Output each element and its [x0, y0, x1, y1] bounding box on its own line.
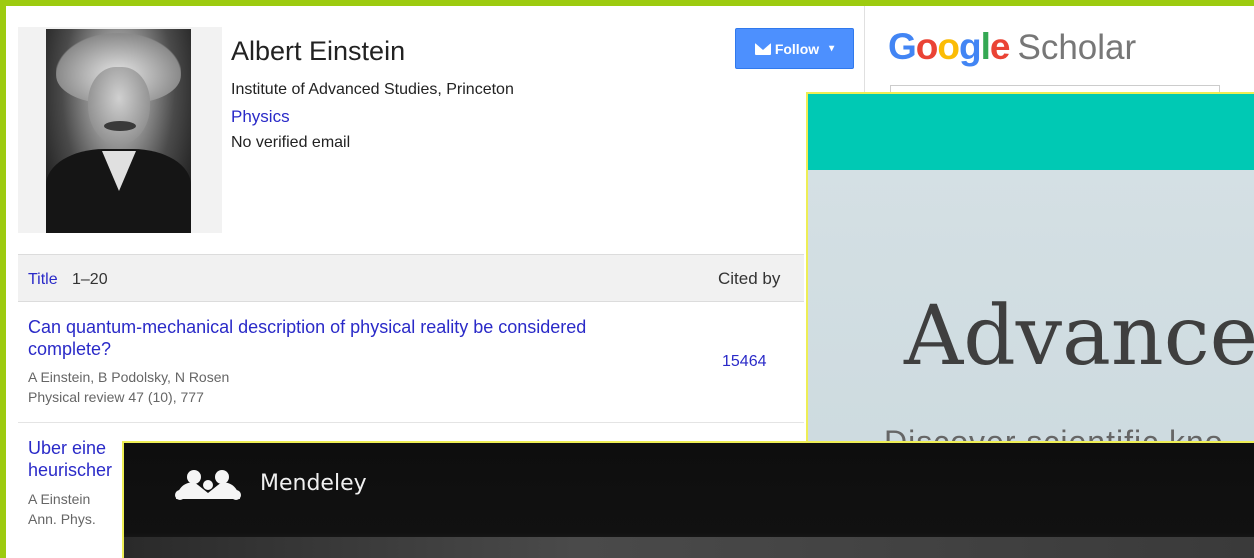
profile-affiliation: Institute of Advanced Studies, Princeton: [231, 81, 514, 99]
email-status: No verified email: [231, 134, 350, 152]
publication-title-link[interactable]: Can quantum-mechanical description of ph…: [28, 316, 588, 360]
result-range: 1–20: [72, 271, 108, 289]
publication-authors: A Einstein: [28, 491, 90, 507]
follow-label: Follow: [775, 41, 819, 57]
mendeley-logo-icon[interactable]: [172, 467, 244, 501]
portrait-image: [46, 29, 191, 233]
google-scholar-logo[interactable]: GoogleScholar: [888, 26, 1136, 68]
sort-by-title-link[interactable]: Title: [28, 271, 58, 289]
profile-name: Albert Einstein: [231, 36, 405, 67]
chevron-down-icon: ▾: [829, 43, 834, 54]
table-row: Can quantum-mechanical description of ph…: [18, 303, 804, 423]
profile-photo: [18, 27, 222, 233]
mail-icon: [755, 43, 771, 55]
mendeley-app-overlay: Mendeley: [122, 441, 1254, 558]
publication-authors: A Einstein, B Podolsky, N Rosen: [28, 369, 229, 385]
sort-by-cited-link[interactable]: Cited by: [718, 269, 780, 289]
cited-by-count-link[interactable]: 15464: [722, 353, 767, 371]
app-hero-strip: [124, 537, 1254, 558]
hero-title: Advance: [904, 289, 1254, 384]
mendeley-brand-name: Mendeley: [260, 471, 367, 496]
research-interest-link[interactable]: Physics: [231, 107, 290, 127]
follow-button[interactable]: Follow ▾: [735, 28, 854, 69]
publication-venue: Physical review 47 (10), 777: [28, 389, 204, 405]
publication-venue: Ann. Phys.: [28, 511, 96, 527]
site-top-bar: [808, 94, 1254, 170]
publications-table-header: Title 1–20 Cited by: [18, 254, 804, 302]
header-divider: [864, 6, 865, 96]
publication-title-link[interactable]: Uber eine heurischer: [28, 437, 128, 481]
